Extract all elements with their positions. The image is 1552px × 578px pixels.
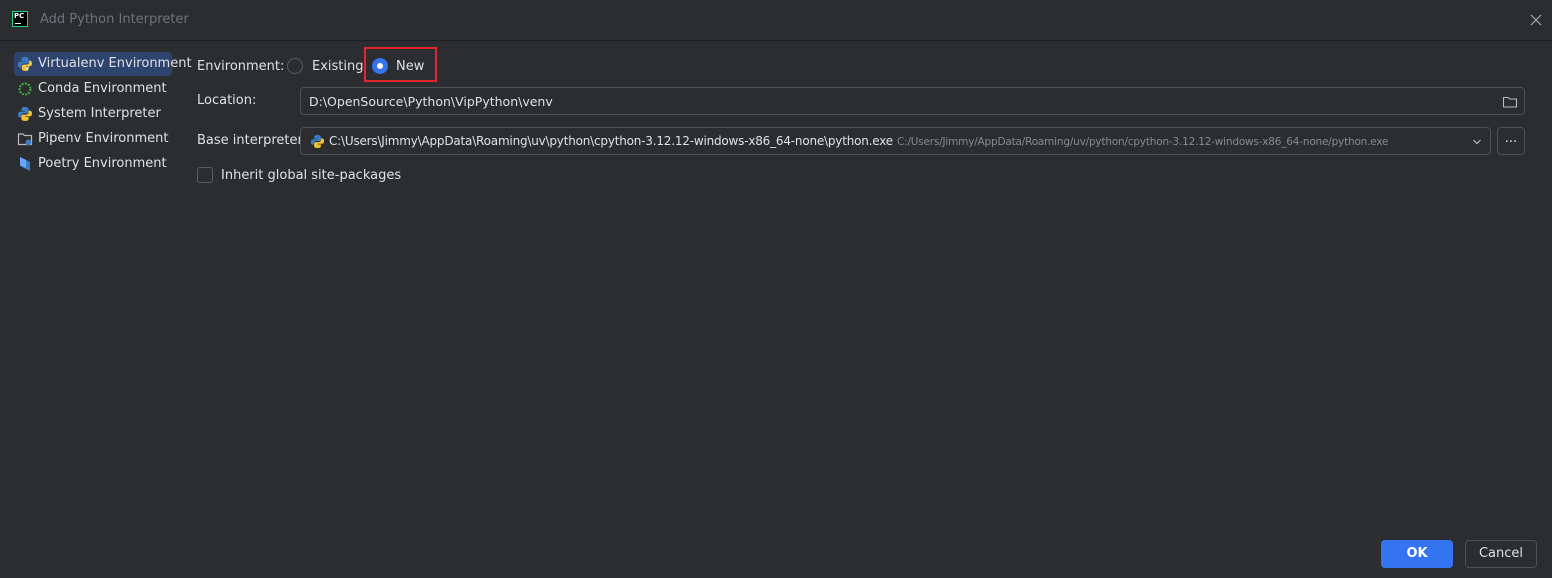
inherit-packages-checkbox[interactable]: [197, 167, 213, 183]
environment-type-list: V Virtualenv Environment Conda Environme…: [0, 41, 192, 578]
python-icon: [310, 134, 325, 149]
location-label: Location:: [197, 93, 257, 108]
radio-existing[interactable]: [287, 58, 303, 74]
pipenv-icon: [17, 133, 33, 146]
base-interpreter-path: C:\Users\Jimmy\AppData\Roaming\uv\python…: [329, 134, 893, 148]
poetry-icon: [20, 157, 30, 171]
pycharm-logo-icon: PC: [12, 11, 28, 27]
base-interpreter-value: C:\Users\Jimmy\AppData\Roaming\uv\python…: [329, 134, 1388, 148]
sidebar-item-label: System Interpreter: [38, 106, 161, 121]
environment-label: Environment:: [197, 59, 285, 74]
radio-new-label[interactable]: New: [396, 59, 424, 74]
sidebar-item-pipenv[interactable]: Pipenv Environment: [14, 127, 172, 151]
python-icon: [18, 107, 32, 121]
base-interpreter-hint: C:/Users/Jimmy/AppData/Roaming/uv/python…: [896, 136, 1389, 148]
chevron-down-icon[interactable]: [1472, 137, 1482, 147]
base-interpreter-select[interactable]: C:\Users\Jimmy\AppData\Roaming\uv\python…: [300, 127, 1491, 155]
sidebar-item-poetry[interactable]: Poetry Environment: [14, 152, 172, 176]
location-value: D:\OpenSource\Python\VipPython\venv: [309, 94, 553, 109]
ok-button[interactable]: OK: [1381, 540, 1453, 568]
virtualenv-icon: V: [18, 57, 32, 72]
radio-new[interactable]: [372, 58, 388, 74]
sidebar-item-label: Conda Environment: [38, 81, 167, 96]
sidebar-item-label: Poetry Environment: [38, 156, 167, 171]
browse-interpreter-button[interactable]: ...: [1497, 127, 1525, 155]
base-interpreter-label: Base interpreter:: [197, 133, 307, 148]
sidebar-item-label: Virtualenv Environment: [38, 56, 192, 71]
conda-icon: [18, 82, 32, 96]
sidebar-item-label: Pipenv Environment: [38, 131, 169, 146]
sidebar-item-conda[interactable]: Conda Environment: [14, 77, 172, 101]
dialog-title: Add Python Interpreter: [40, 12, 189, 27]
title-bar: PC Add Python Interpreter: [0, 0, 1552, 41]
location-field[interactable]: D:\OpenSource\Python\VipPython\venv: [300, 87, 1525, 115]
folder-icon[interactable]: [1502, 94, 1518, 110]
radio-existing-label[interactable]: Existing: [312, 59, 364, 74]
inherit-packages-label[interactable]: Inherit global site-packages: [221, 168, 401, 183]
cancel-button[interactable]: Cancel: [1465, 540, 1537, 568]
close-icon: [1530, 14, 1542, 26]
sidebar-item-virtualenv[interactable]: V Virtualenv Environment: [14, 52, 192, 76]
sidebar-item-system[interactable]: System Interpreter: [14, 102, 172, 126]
close-button[interactable]: [1526, 10, 1546, 30]
